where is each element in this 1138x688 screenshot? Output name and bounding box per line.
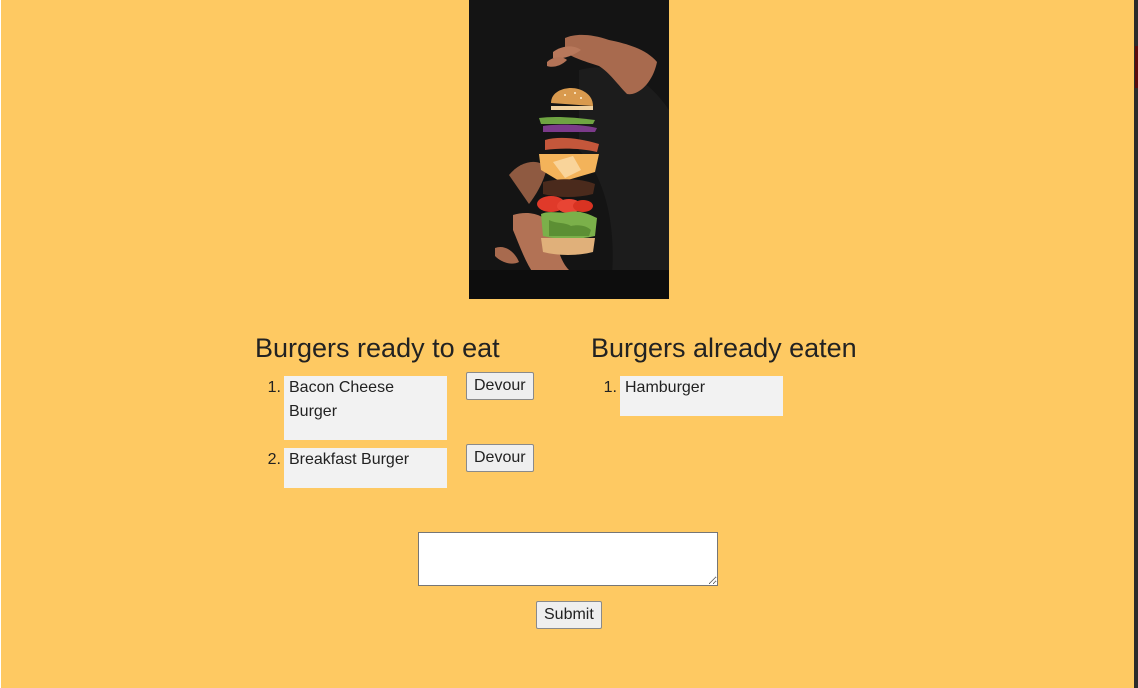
page-background: Burgers ready to eat 1. Bacon Cheese Bur… <box>1 0 1134 688</box>
burger-name-input[interactable] <box>418 532 718 586</box>
submit-button[interactable]: Submit <box>536 601 602 629</box>
floating-burger-photo-icon <box>469 0 669 299</box>
burger-name-box: Breakfast Burger <box>284 448 447 488</box>
ready-to-eat-section: Burgers ready to eat 1. Bacon Cheese Bur… <box>255 330 555 488</box>
already-eaten-section: Burgers already eaten 1. Hamburger <box>591 330 911 416</box>
burger-name-box: Hamburger <box>620 376 783 416</box>
devour-button[interactable]: Devour <box>466 444 534 472</box>
already-eaten-heading: Burgers already eaten <box>591 333 857 363</box>
burger-hero-image <box>469 0 669 299</box>
ready-to-eat-heading: Burgers ready to eat <box>255 333 500 363</box>
window-edge <box>1134 0 1138 688</box>
add-burger-form: Submit <box>418 532 718 629</box>
list-item-number: 1. <box>267 379 281 396</box>
list-item-number: 1. <box>603 379 617 396</box>
list-item-number: 2. <box>267 451 281 468</box>
burger-name-box: Bacon Cheese Burger <box>284 376 447 440</box>
devour-button[interactable]: Devour <box>466 372 534 400</box>
